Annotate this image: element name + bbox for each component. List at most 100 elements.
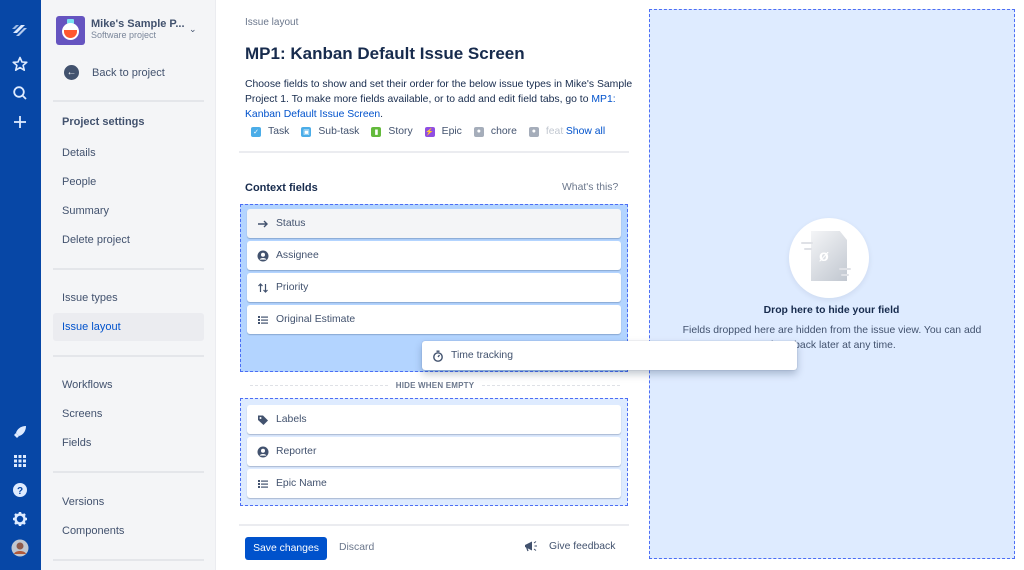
sidebar-item-issue-layout[interactable]: Issue layout xyxy=(53,313,204,341)
search-icon[interactable] xyxy=(8,81,32,105)
project-name: Mike's Sample P... xyxy=(91,18,185,30)
feature-icon: ● xyxy=(528,126,539,137)
megaphone-icon xyxy=(524,540,540,552)
rocket-icon[interactable] xyxy=(8,420,32,444)
page-description: Choose fields to show and set their orde… xyxy=(245,77,635,122)
project-switcher[interactable]: Mike's Sample P... Software project ⌄ xyxy=(56,14,206,46)
field-status[interactable]: Status xyxy=(247,209,621,238)
chore-icon: ● xyxy=(473,126,484,137)
field-reporter[interactable]: Reporter xyxy=(247,437,621,466)
feedback-label: Give feedback xyxy=(549,540,616,552)
field-assignee[interactable]: Assignee xyxy=(247,241,621,270)
divider xyxy=(53,559,204,561)
dragged-field-time-tracking[interactable]: Time tracking xyxy=(422,341,797,370)
sidebar-item-components[interactable]: Components xyxy=(53,517,204,545)
project-avatar xyxy=(56,15,85,45)
issue-type-label: chore xyxy=(490,126,517,137)
issue-type-epic: ⚡ Epic xyxy=(424,126,462,137)
field-priority[interactable]: Priority xyxy=(247,273,621,302)
arrow-right-icon xyxy=(257,218,269,230)
section-heading: Project settings xyxy=(62,116,145,128)
divider xyxy=(239,524,629,526)
hide-when-empty-dropzone[interactable]: Labels Reporter Epic Name xyxy=(240,398,628,506)
priority-arrows-icon xyxy=(257,282,269,294)
hide-when-empty-label: HIDE WHEN EMPTY xyxy=(395,380,475,390)
field-original-estimate[interactable]: Original Estimate xyxy=(247,305,621,334)
field-label: Status xyxy=(276,218,306,229)
back-label: Back to project xyxy=(92,66,165,79)
plus-icon[interactable] xyxy=(8,110,32,134)
issue-type-story: ▮ Story xyxy=(371,126,413,137)
page-title: MP1: Kanban Default Issue Screen xyxy=(245,44,525,63)
field-label: Priority xyxy=(276,282,309,293)
whats-this-link[interactable]: What's this? xyxy=(562,182,618,193)
sidebar-item-delete-project[interactable]: Delete project xyxy=(53,226,204,254)
svg-text:?: ? xyxy=(17,486,23,497)
project-type: Software project xyxy=(91,30,157,40)
tag-icon xyxy=(257,414,269,426)
epic-icon: ⚡ xyxy=(424,126,435,137)
field-epic-name[interactable]: Epic Name xyxy=(247,469,621,498)
field-label: Labels xyxy=(276,414,307,425)
field-labels[interactable]: Labels xyxy=(247,405,621,434)
story-icon: ▮ xyxy=(371,126,382,137)
field-label: Reporter xyxy=(276,446,317,457)
stopwatch-icon xyxy=(432,350,444,362)
divider xyxy=(53,268,204,270)
task-icon: ✓ xyxy=(251,126,261,137)
list-icon xyxy=(257,478,269,490)
list-icon xyxy=(257,314,269,326)
issue-type-label: Sub-task xyxy=(318,126,360,137)
give-feedback-button[interactable]: Give feedback xyxy=(524,540,615,552)
issue-type-subtask: ▣ Sub-task xyxy=(301,126,359,137)
description-text: Choose fields to show and set their orde… xyxy=(245,79,633,105)
hide-when-empty-separator: HIDE WHEN EMPTY xyxy=(250,379,620,391)
issue-type-label: Task xyxy=(268,126,290,137)
sidebar-item-issue-types[interactable]: Issue types xyxy=(53,284,204,312)
chevron-down-icon[interactable]: ⌄ xyxy=(189,24,197,35)
sidebar-item-versions[interactable]: Versions xyxy=(53,488,204,516)
subtask-icon: ▣ xyxy=(301,126,312,137)
issue-type-label: Epic xyxy=(441,126,462,137)
drop-title: Drop here to hide your field xyxy=(763,305,900,316)
show-all-link[interactable]: Show all xyxy=(563,126,606,137)
issue-type-chore: ● chore xyxy=(473,126,517,137)
star-icon[interactable] xyxy=(8,52,32,76)
field-label: Time tracking xyxy=(451,350,513,361)
divider xyxy=(239,151,629,153)
sidebar-item-screens[interactable]: Screens xyxy=(53,400,204,428)
field-label: Epic Name xyxy=(276,478,327,489)
save-changes-button[interactable]: Save changes xyxy=(245,537,327,560)
sidebar-item-details[interactable]: Details xyxy=(53,139,204,167)
person-circle-icon xyxy=(257,250,269,262)
issue-type-feature: ● featu xyxy=(528,126,569,137)
field-label: Assignee xyxy=(276,250,319,261)
sidebar-item-fields[interactable]: Fields xyxy=(53,429,204,457)
field-label: Original Estimate xyxy=(276,314,356,325)
eye-off-icon: ø xyxy=(819,248,829,265)
description-end: . xyxy=(380,109,384,120)
divider xyxy=(53,355,204,357)
sidebar-item-workflows[interactable]: Workflows xyxy=(53,371,204,399)
help-icon[interactable]: ? xyxy=(8,478,32,502)
hidden-field-illustration: ø xyxy=(789,218,869,298)
project-sidebar: Mike's Sample P... Software project ⌄ ← … xyxy=(41,0,216,570)
settings-icon[interactable] xyxy=(8,507,32,531)
app-switcher-icon[interactable] xyxy=(8,449,32,473)
issue-type-label: Story xyxy=(388,126,413,137)
breadcrumb[interactable]: Issue layout xyxy=(245,17,298,28)
user-avatar[interactable] xyxy=(8,536,32,560)
arrow-left-icon: ← xyxy=(64,65,79,80)
person-circle-icon xyxy=(257,446,269,458)
divider xyxy=(53,471,204,473)
jira-logo-icon[interactable] xyxy=(8,18,32,42)
context-fields-heading: Context fields xyxy=(245,182,318,194)
sidebar-item-summary[interactable]: Summary xyxy=(53,197,204,225)
hide-field-dropzone[interactable]: ø Drop here to hide your field Fields dr… xyxy=(649,9,1015,559)
back-to-project-link[interactable]: ← Back to project xyxy=(64,65,165,80)
issue-types-list: ✓ Task ▣ Sub-task ▮ Story ⚡ Epic ● chore… xyxy=(251,126,606,137)
sidebar-item-people[interactable]: People xyxy=(53,168,204,196)
issue-type-task: ✓ Task xyxy=(251,126,289,137)
discard-button[interactable]: Discard xyxy=(339,542,374,553)
global-nav: ? xyxy=(0,0,41,570)
